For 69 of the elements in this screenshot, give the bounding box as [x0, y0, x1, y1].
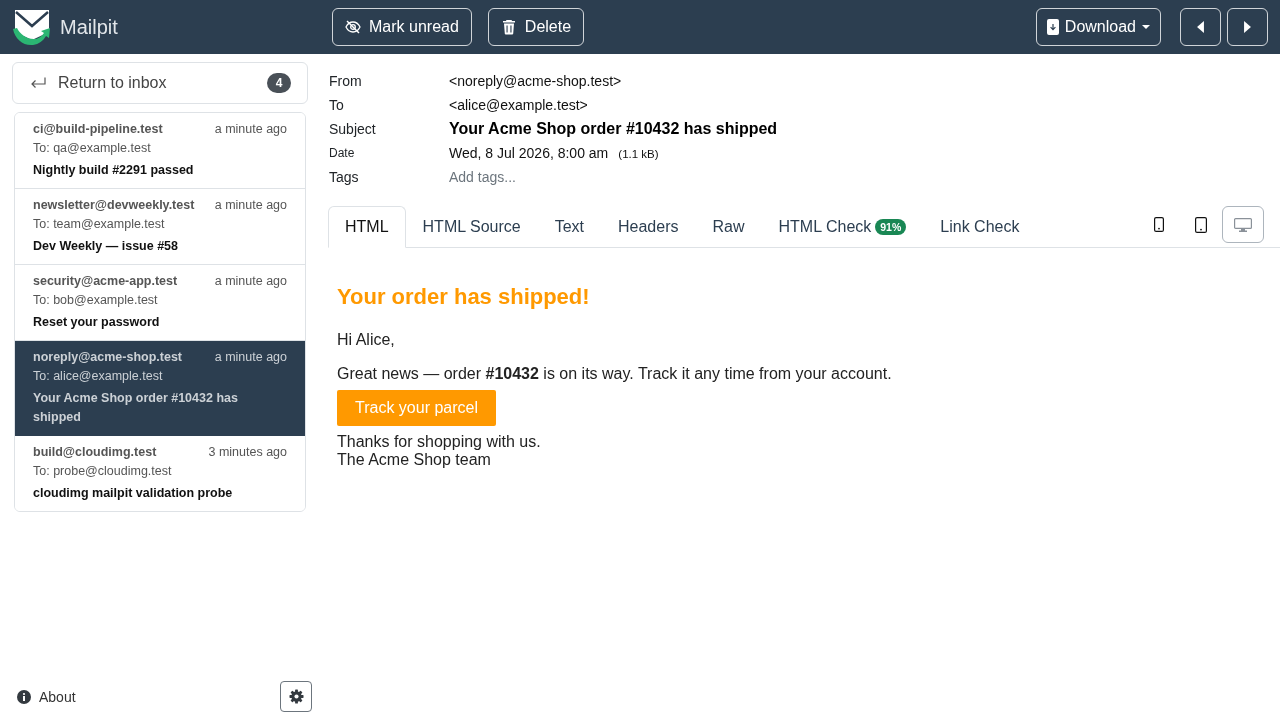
email-heading: Your order has shipped! — [337, 284, 591, 310]
triangle-right-icon — [1244, 21, 1251, 33]
subject-text: Nightly build #2291 passed — [33, 162, 195, 179]
caret-icon — [1142, 24, 1150, 30]
info-icon — [17, 689, 31, 704]
closing-line: Thanks for shopping with us. — [337, 433, 542, 451]
header-label: To — [329, 97, 345, 113]
recipient-text: To: alice@example.test — [33, 368, 164, 385]
recipient-text: To: team@example.test — [33, 216, 166, 233]
time-text: a minute ago — [214, 273, 287, 290]
previous-button[interactable] — [1180, 8, 1221, 46]
about-link[interactable]: About — [17, 688, 76, 705]
tags-field[interactable]: Add tags... — [449, 169, 669, 185]
logo-icon — [12, 7, 52, 47]
subject-text: Your Acme Shop order #10432 has shipped — [33, 390, 239, 426]
recipient-text: To: probe@cloudimg.test — [33, 463, 173, 480]
message-item[interactable]: ci@build-pipeline.test a minute ago To: qa@example.test Nightly build #2291 passed — [15, 113, 305, 189]
trash-icon — [500, 19, 517, 35]
return-to-inbox-button[interactable]: Return to inbox 4 — [12, 62, 308, 104]
recipient-text: To: qa@example.test — [33, 140, 152, 157]
header-label: Date — [329, 146, 356, 160]
time-text: a minute ago — [214, 349, 287, 366]
header-label: Subject — [329, 121, 377, 137]
recipient-text: To: bob@example.test — [33, 292, 159, 309]
delete-button[interactable]: Delete — [487, 8, 585, 46]
subject-text: Reset your password — [33, 314, 161, 331]
sender-text: security@acme-app.test — [33, 273, 178, 290]
address-text: <alice@example.test> — [449, 97, 588, 113]
subject-text: cloudimg mailpit validation probe — [33, 485, 234, 502]
sender-text: ci@build-pipeline.test — [33, 121, 163, 138]
closing-line: The Acme Shop team — [337, 451, 492, 469]
mark-unread-button[interactable]: Mark unread — [332, 8, 472, 46]
greeting-text: Hi Alice, — [337, 331, 396, 349]
tablet-icon — [1195, 216, 1207, 233]
app-name: Mailpit — [60, 15, 118, 39]
triangle-left-icon — [1197, 21, 1204, 33]
unread-count-badge: 4 — [267, 73, 291, 93]
tab[interactable]: HTML Source — [405, 206, 538, 248]
tab[interactable]: HTML Check 91% — [761, 206, 924, 248]
settings-button[interactable] — [280, 681, 312, 712]
address-text: <noreply@acme-shop.test> — [449, 73, 622, 89]
subject-heading: Your Acme Shop order #10432 has shipped — [449, 120, 778, 138]
time-text: 3 minutes ago — [208, 444, 287, 461]
date-text: Wed, 8 Jul 2026, 8:00 am — [449, 145, 609, 161]
message-item[interactable]: noreply@acme-shop.test a minute ago To: alice@example.test Your Acme Shop order #10432 has shipped — [15, 341, 305, 436]
tab[interactable]: HTML — [328, 206, 406, 248]
next-button[interactable] — [1227, 8, 1268, 46]
phone-icon — [1154, 217, 1164, 232]
time-text: a minute ago — [214, 121, 287, 138]
tab[interactable]: Link Check — [923, 206, 1037, 248]
sender-text: newsletter@devweekly.test — [33, 197, 195, 214]
monitor-icon — [1234, 217, 1252, 232]
sender-text: noreply@acme-shop.test — [33, 349, 183, 366]
return-arrow-icon — [30, 77, 46, 89]
size-text: (1.1 kB) — [618, 148, 659, 160]
eye-slash-icon — [345, 19, 361, 35]
body-paragraph: Great news — order #10432 is on its way. Track it any time from your account. — [337, 365, 893, 383]
file-download-icon — [1046, 19, 1059, 35]
settings-icon — [288, 689, 304, 704]
header-label: Tags — [329, 169, 360, 185]
tab[interactable]: Headers — [601, 206, 696, 248]
download-button[interactable]: Download — [1035, 8, 1161, 46]
sender-text: build@cloudimg.test — [33, 444, 157, 461]
subject-text: Dev Weekly — issue #58 — [33, 238, 179, 255]
tab[interactable]: Raw — [695, 206, 762, 248]
header-label: From — [329, 73, 363, 89]
tab[interactable]: Text — [537, 206, 601, 248]
score-badge: 91% — [875, 219, 907, 235]
time-text: a minute ago — [214, 197, 287, 214]
